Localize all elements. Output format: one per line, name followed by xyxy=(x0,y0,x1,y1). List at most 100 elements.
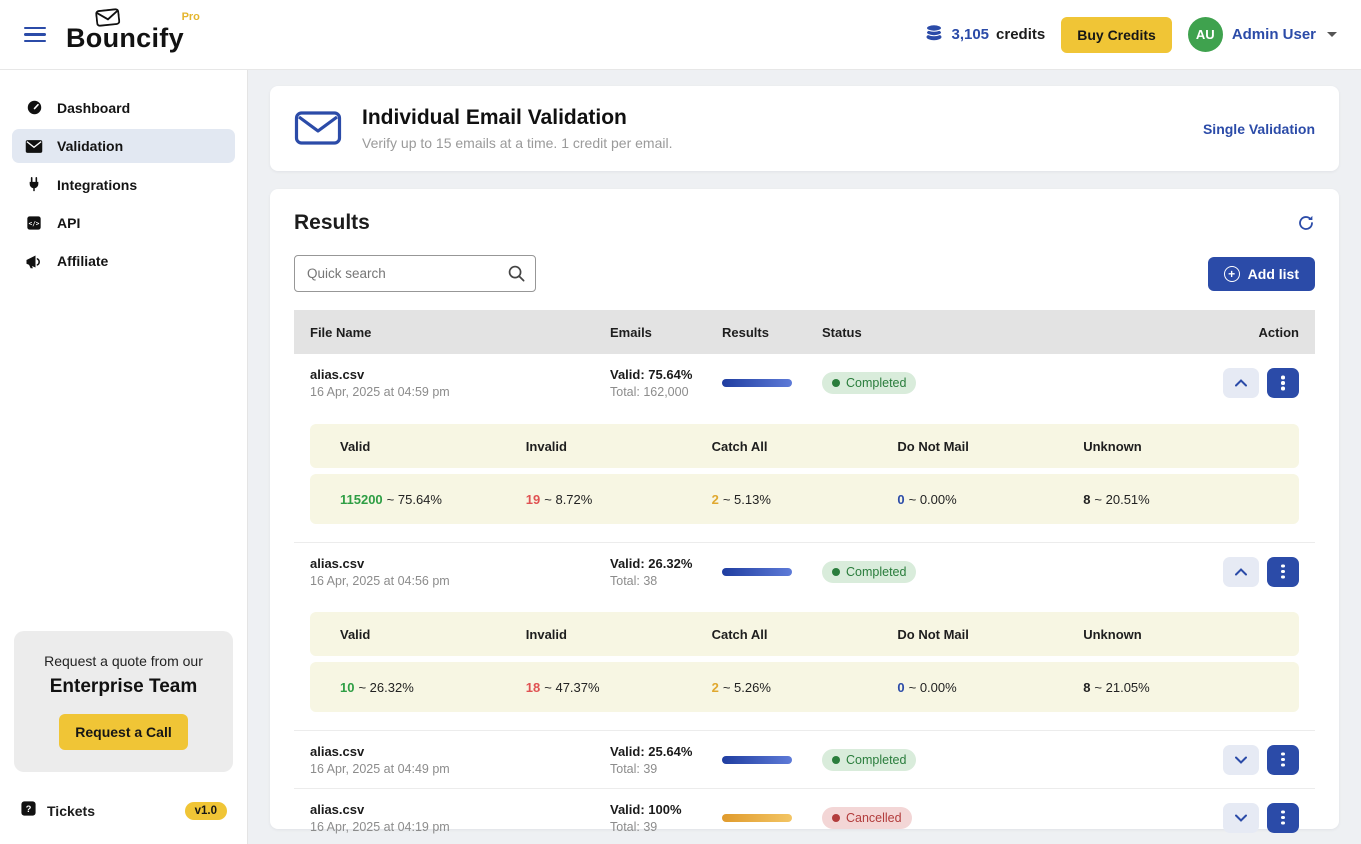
coins-icon xyxy=(924,23,944,47)
row-menu-button[interactable] xyxy=(1267,745,1299,775)
row-menu-button[interactable] xyxy=(1267,557,1299,587)
status-dot-icon xyxy=(832,814,840,822)
kebab-icon xyxy=(1281,570,1285,574)
expand-row-button[interactable] xyxy=(1223,803,1259,833)
table-row: alias.csv 16 Apr, 2025 at 04:19 pm Valid… xyxy=(294,788,1315,844)
search-input[interactable] xyxy=(294,255,536,292)
detail-col-valid: Valid xyxy=(340,439,526,454)
logo-pro-badge: Pro xyxy=(182,11,200,23)
status-dot-icon xyxy=(832,379,840,387)
total-count: Total: 162,000 xyxy=(610,385,722,399)
file-date: 16 Apr, 2025 at 04:19 pm xyxy=(310,820,610,834)
row-menu-button[interactable] xyxy=(1267,803,1299,833)
request-call-button[interactable]: Request a Call xyxy=(59,714,187,750)
page-title: Individual Email Validation xyxy=(362,106,672,130)
kebab-icon xyxy=(1281,381,1285,385)
total-count: Total: 39 xyxy=(610,820,722,834)
unknown-stat: 8~ 21.05% xyxy=(1083,680,1269,695)
status-badge: Completed xyxy=(822,561,916,583)
tickets-label: Tickets xyxy=(47,803,95,819)
svg-text:?: ? xyxy=(26,804,32,814)
do-not-mail-stat: 0~ 0.00% xyxy=(897,680,1083,695)
col-file-name: File Name xyxy=(310,325,610,340)
enterprise-line2: Enterprise Team xyxy=(24,676,223,698)
table-row: alias.csv 16 Apr, 2025 at 04:49 pm Valid… xyxy=(294,730,1315,788)
sidebar-item-dashboard[interactable]: Dashboard xyxy=(12,90,235,125)
catch-all-stat: 2~ 5.13% xyxy=(712,492,898,507)
tickets-link[interactable]: ? Tickets v1.0 xyxy=(0,786,247,844)
sidebar-item-label: Dashboard xyxy=(57,100,130,116)
progress-bar xyxy=(722,756,792,764)
detail-col-do-not-mail: Do Not Mail xyxy=(897,439,1083,454)
sidebar-item-validation[interactable]: Validation xyxy=(12,129,235,163)
logo-envelope-icon xyxy=(95,8,121,32)
detail-col-unknown: Unknown xyxy=(1083,439,1269,454)
credits-value: 3,105 xyxy=(951,26,989,43)
table-header: File Name Emails Results Status Action xyxy=(294,310,1315,354)
results-title: Results xyxy=(294,211,370,235)
row-menu-button[interactable] xyxy=(1267,368,1299,398)
col-results: Results xyxy=(722,325,822,340)
sidebar-item-integrations[interactable]: Integrations xyxy=(12,167,235,202)
envelope-icon xyxy=(294,106,342,151)
unknown-stat: 8~ 20.51% xyxy=(1083,492,1269,507)
table-row: alias.csv 16 Apr, 2025 at 04:59 pm Valid… xyxy=(294,354,1315,412)
file-date: 16 Apr, 2025 at 04:56 pm xyxy=(310,574,610,588)
top-bar: Bouncify Pro 3,105 credits Buy Credits A… xyxy=(0,0,1361,70)
buy-credits-button[interactable]: Buy Credits xyxy=(1061,17,1172,53)
enterprise-line1: Request a quote from our xyxy=(24,653,223,669)
collapse-row-button[interactable] xyxy=(1223,557,1259,587)
file-name: alias.csv xyxy=(310,802,610,817)
col-status: Status xyxy=(822,325,1189,340)
valid-stat: 10~ 26.32% xyxy=(340,680,526,695)
plus-circle-icon: + xyxy=(1224,266,1240,282)
expand-row-button[interactable] xyxy=(1223,745,1259,775)
row-details: Valid Invalid Catch All Do Not Mail Unkn… xyxy=(310,424,1299,524)
credits-label: credits xyxy=(996,26,1045,43)
valid-percent: Valid: 26.32% xyxy=(610,556,722,571)
invalid-stat: 18~ 47.37% xyxy=(526,680,712,695)
collapse-row-button[interactable] xyxy=(1223,368,1259,398)
menu-icon[interactable] xyxy=(24,23,46,47)
kebab-icon xyxy=(1281,816,1285,820)
sidebar-item-affiliate[interactable]: Affiliate xyxy=(12,244,235,278)
sidebar-item-label: API xyxy=(57,215,80,231)
search-box xyxy=(294,255,536,292)
dashboard-icon xyxy=(24,99,44,116)
tickets-icon: ? xyxy=(20,800,37,822)
row-details: Valid Invalid Catch All Do Not Mail Unkn… xyxy=(310,612,1299,712)
do-not-mail-stat: 0~ 0.00% xyxy=(897,492,1083,507)
refresh-icon[interactable] xyxy=(1297,214,1315,232)
logo[interactable]: Bouncify Pro xyxy=(66,15,184,54)
single-validation-link[interactable]: Single Validation xyxy=(1203,121,1315,137)
detail-col-invalid: Invalid xyxy=(526,439,712,454)
enterprise-quote-box: Request a quote from our Enterprise Team… xyxy=(14,631,233,772)
sidebar-item-api[interactable]: </> API xyxy=(12,206,235,240)
sidebar: Dashboard Validation Integrations </> AP… xyxy=(0,70,248,844)
file-date: 16 Apr, 2025 at 04:59 pm xyxy=(310,385,610,399)
add-list-button[interactable]: + Add list xyxy=(1208,257,1315,291)
search-icon[interactable] xyxy=(507,264,526,288)
valid-percent: Valid: 25.64% xyxy=(610,744,722,759)
valid-percent: Valid: 100% xyxy=(610,802,722,817)
status-badge: Completed xyxy=(822,372,916,394)
credits-indicator: 3,105 credits xyxy=(924,23,1045,47)
progress-bar xyxy=(722,379,792,387)
user-name: Admin User xyxy=(1232,26,1316,43)
sidebar-item-label: Affiliate xyxy=(57,253,108,269)
plug-icon xyxy=(24,176,44,193)
file-name: alias.csv xyxy=(310,556,610,571)
megaphone-icon xyxy=(24,254,44,269)
detail-col-unknown: Unknown xyxy=(1083,627,1269,642)
detail-col-do-not-mail: Do Not Mail xyxy=(897,627,1083,642)
chevron-down-icon xyxy=(1327,32,1337,37)
main-content: Individual Email Validation Verify up to… xyxy=(248,70,1361,844)
page-subtitle: Verify up to 15 emails at a time. 1 cred… xyxy=(362,135,672,151)
logo-text: Bouncify xyxy=(66,23,184,53)
version-badge: v1.0 xyxy=(185,802,227,820)
sidebar-item-label: Integrations xyxy=(57,177,137,193)
results-table: File Name Emails Results Status Action a… xyxy=(294,310,1315,844)
user-menu[interactable]: AU Admin User xyxy=(1188,17,1337,52)
svg-text:</>: </> xyxy=(29,221,40,228)
invalid-stat: 19~ 8.72% xyxy=(526,492,712,507)
